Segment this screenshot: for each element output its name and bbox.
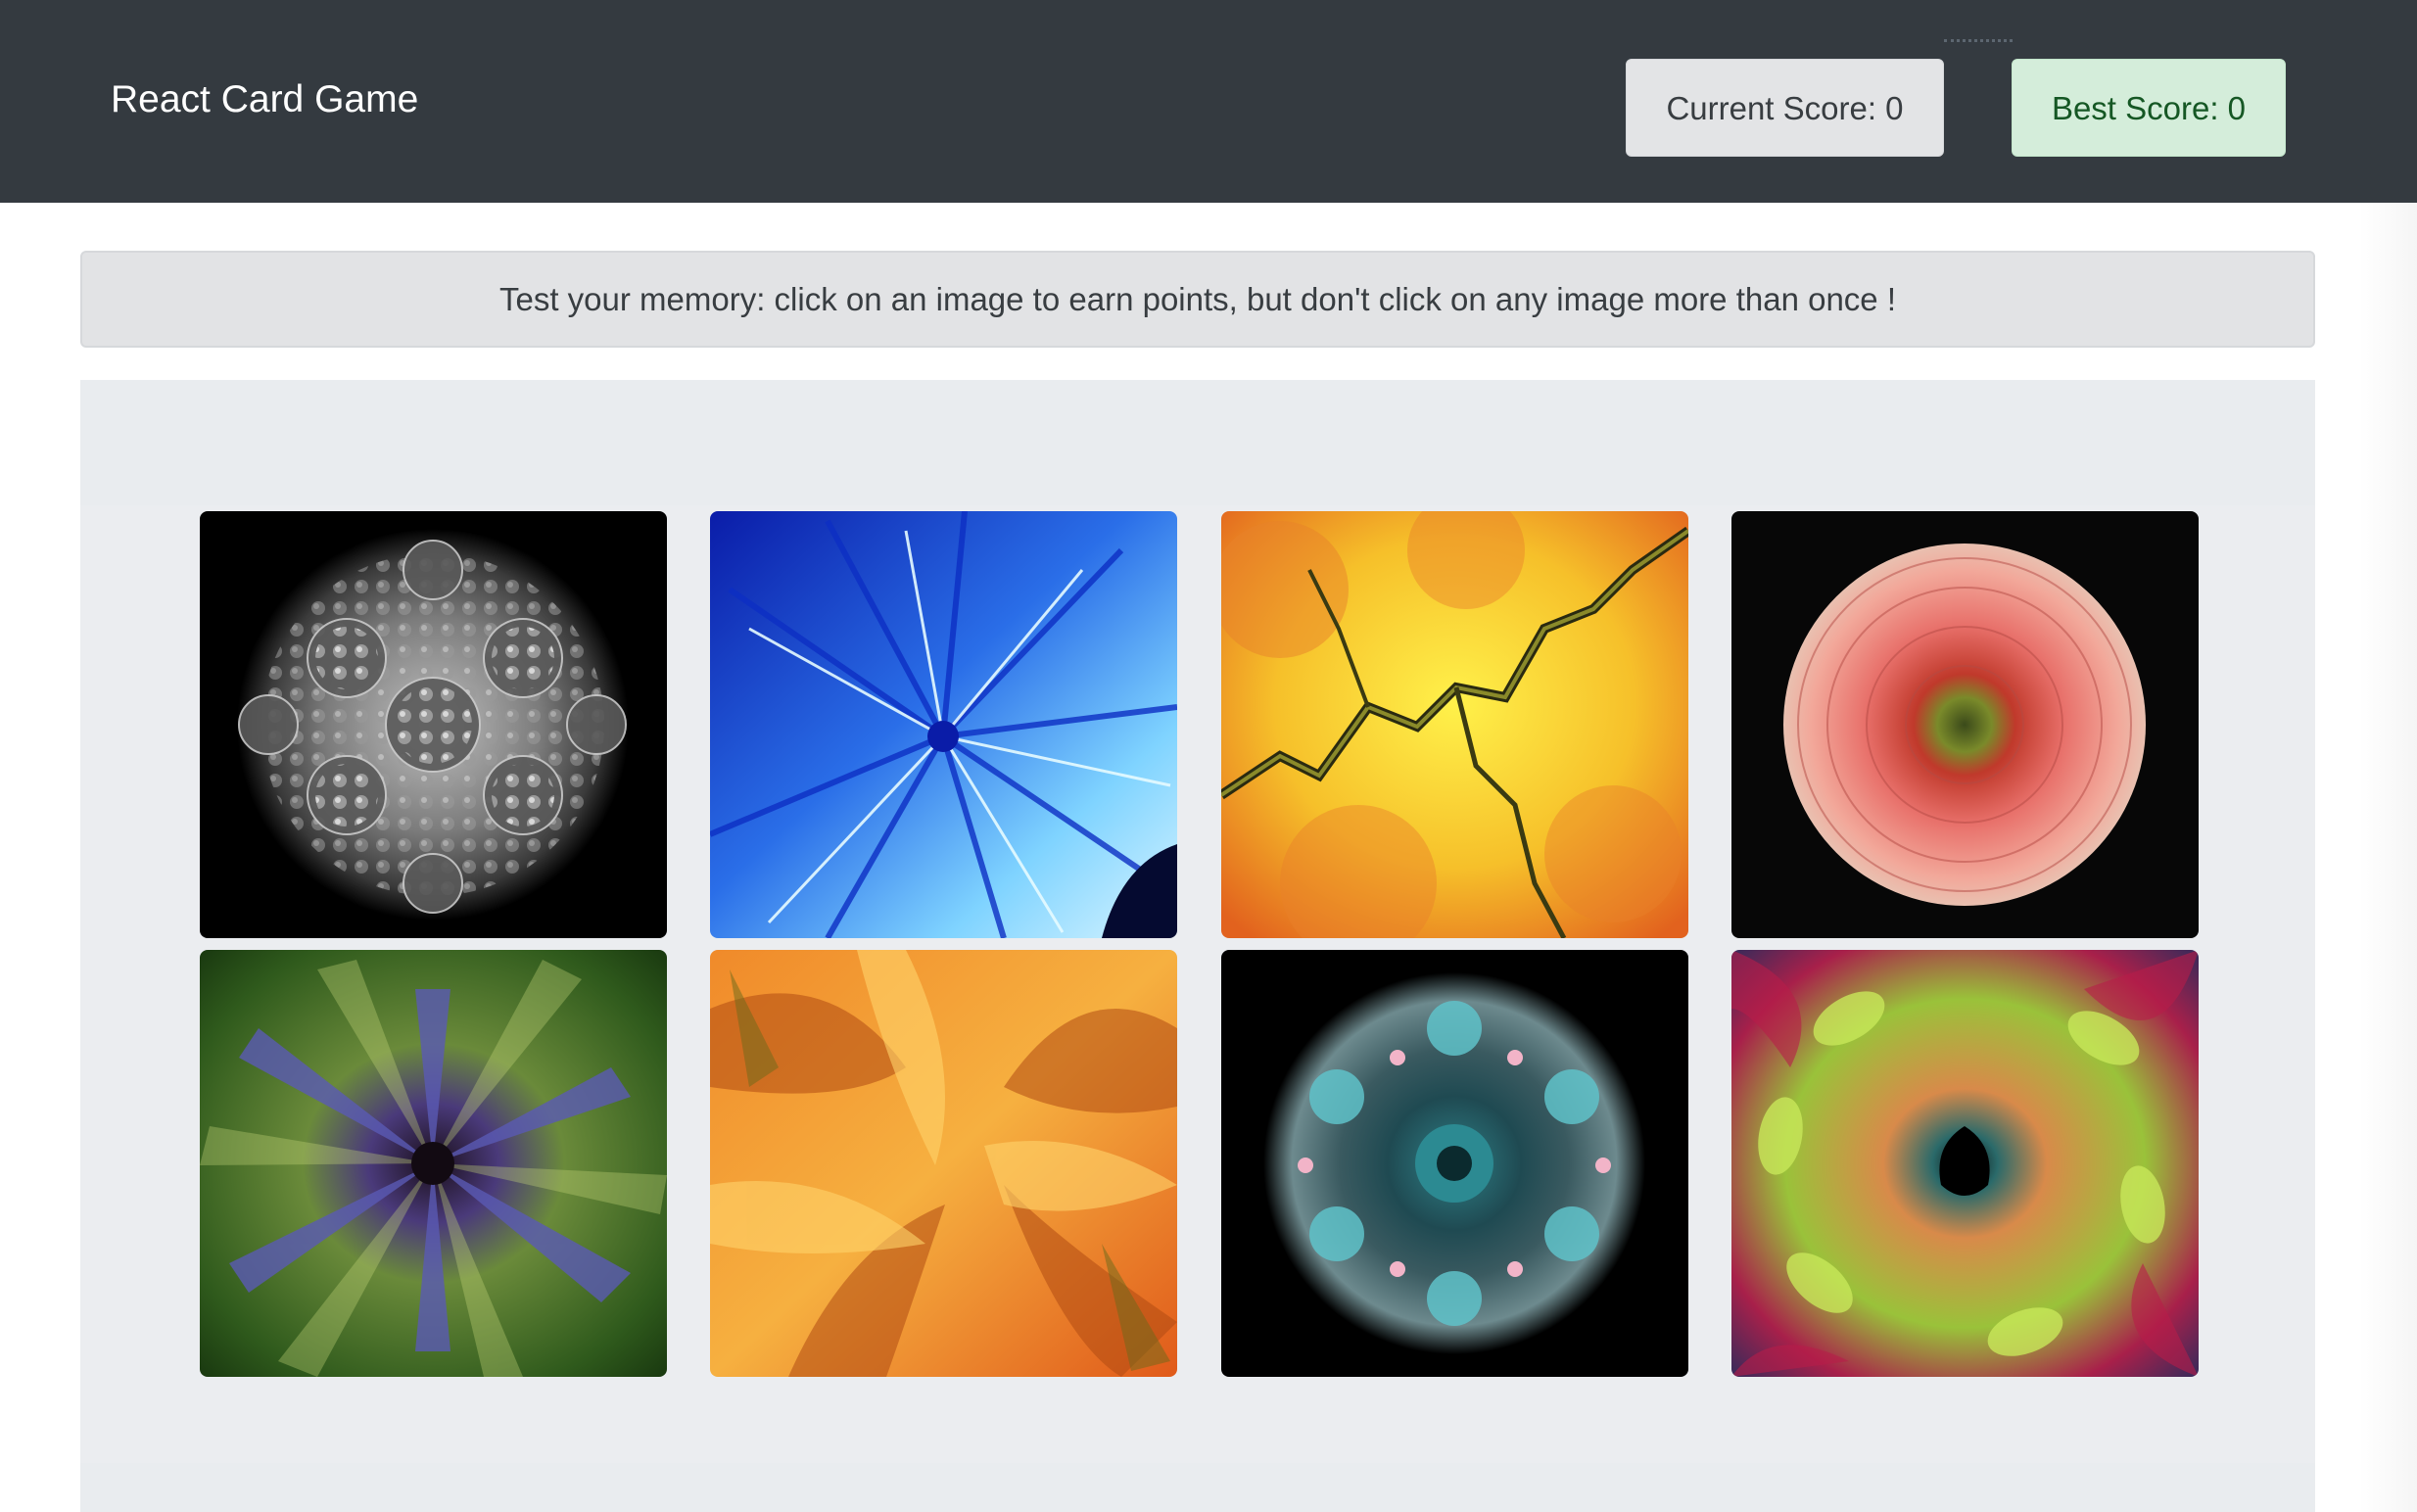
page: React Card Game Current Score: 0 Best Sc… [0,0,2417,1512]
card-fractal-blue-julia[interactable] [710,511,1177,938]
card-fractal-yellow-lightning[interactable] [1221,511,1688,938]
teal-snowflake-fractal-image [1221,950,1688,1377]
card-fractal-pink-flower[interactable] [1731,511,2199,938]
game-board [80,380,2315,1512]
yellow-orange-fractal-image [1221,511,1688,938]
green-spiral-fractal-image [1731,950,2199,1377]
blue-julia-fractal-image [710,511,1177,938]
instructions-alert: Test your memory: click on an image to e… [80,251,2315,348]
green-star-fractal-image [200,950,667,1377]
pink-flower-fractal-image [1731,511,2199,938]
card-fractal-green-star[interactable] [200,950,667,1377]
navbar: React Card Game Current Score: 0 Best Sc… [0,0,2417,203]
best-score-badge: Best Score: 0 [2012,59,2286,157]
card-fractal-gray-mandelbulb[interactable] [200,511,667,938]
orange-swirl-fractal-image [710,950,1177,1377]
gray-3d-fractal-image [200,511,667,938]
card-fractal-orange-swirl[interactable] [710,950,1177,1377]
navbar-divider [1944,39,2013,42]
current-score-badge: Current Score: 0 [1626,59,1944,157]
app-brand[interactable]: React Card Game [111,74,418,125]
card-grid [80,505,2315,1463]
scrollbar-gutter [2358,203,2417,1512]
card-fractal-green-spiral[interactable] [1731,950,2199,1377]
card-fractal-teal-snowflake[interactable] [1221,950,1688,1377]
